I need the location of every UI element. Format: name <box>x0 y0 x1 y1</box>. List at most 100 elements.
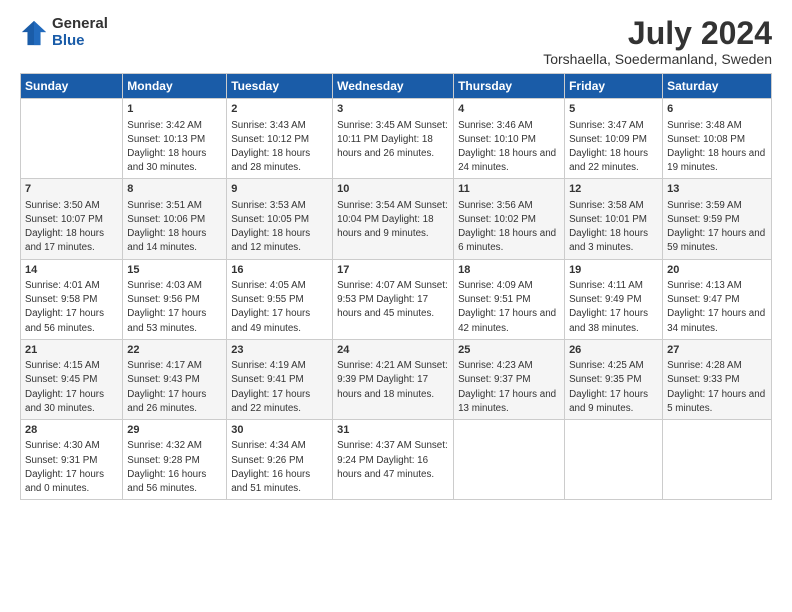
calendar-cell: 27Sunrise: 4:28 AM Sunset: 9:33 PM Dayli… <box>663 339 772 419</box>
calendar-cell: 28Sunrise: 4:30 AM Sunset: 9:31 PM Dayli… <box>21 420 123 500</box>
calendar-cell: 25Sunrise: 4:23 AM Sunset: 9:37 PM Dayli… <box>454 339 565 419</box>
calendar-cell: 30Sunrise: 4:34 AM Sunset: 9:26 PM Dayli… <box>227 420 333 500</box>
day-number: 13 <box>667 182 767 197</box>
calendar-page: General Blue July 2024 Torshaella, Soede… <box>0 0 792 612</box>
day-info: Sunrise: 4:03 AM Sunset: 9:56 PM Dayligh… <box>127 279 222 336</box>
day-info: Sunrise: 4:32 AM Sunset: 9:28 PM Dayligh… <box>127 439 222 496</box>
calendar-week-row: 21Sunrise: 4:15 AM Sunset: 9:45 PM Dayli… <box>21 339 772 419</box>
calendar-week-row: 7Sunrise: 3:50 AM Sunset: 10:07 PM Dayli… <box>21 179 772 259</box>
calendar-cell: 1 Sunrise: 3:42 AM Sunset: 10:13 PM Dayli… <box>123 99 227 179</box>
header-tuesday: Tuesday <box>227 74 333 99</box>
calendar-cell: 3 Sunrise: 3:45 AM Sunset: 10:11 PM Dayli… <box>333 99 454 179</box>
header-friday: Friday <box>565 74 663 99</box>
calendar-cell: 12 Sunrise: 3:58 AM Sunset: 10:01 PM Dayl… <box>565 179 663 259</box>
page-header: General Blue July 2024 Torshaella, Soede… <box>20 16 772 67</box>
calendar-cell: 11 Sunrise: 3:56 AM Sunset: 10:02 PM Dayl… <box>454 179 565 259</box>
day-info: Sunrise: 3:45 AM Sunset: 10:11 PM Daylig… <box>337 119 449 162</box>
logo-general-text: General <box>52 16 108 33</box>
calendar-cell: 4Sunrise: 3:46 AM Sunset: 10:10 PM Dayli… <box>454 99 565 179</box>
day-number: 16 <box>231 263 328 278</box>
calendar-cell <box>454 420 565 500</box>
day-info: Sunrise: 4:37 AM Sunset: 9:24 PM Dayligh… <box>337 439 449 482</box>
day-info: Sunrise: 4:28 AM Sunset: 9:33 PM Dayligh… <box>667 359 767 416</box>
calendar-cell: 8 Sunrise: 3:51 AM Sunset: 10:06 PM Dayli… <box>123 179 227 259</box>
calendar-cell: 10Sunrise: 3:54 AM Sunset: 10:04 PM Dayl… <box>333 179 454 259</box>
day-info: Sunrise: 4:09 AM Sunset: 9:51 PM Dayligh… <box>458 279 560 336</box>
day-number: 2 <box>231 102 328 117</box>
day-number: 15 <box>127 263 222 278</box>
day-info: Sunrise: 4:21 AM Sunset: 9:39 PM Dayligh… <box>337 359 449 402</box>
calendar-cell: 9Sunrise: 3:53 AM Sunset: 10:05 PM Dayli… <box>227 179 333 259</box>
day-number: 28 <box>25 423 118 438</box>
calendar-cell: 24Sunrise: 4:21 AM Sunset: 9:39 PM Dayli… <box>333 339 454 419</box>
day-info: Sunrise: 3:58 AM Sunset: 10:01 PM Daylig… <box>569 199 658 256</box>
calendar-cell: 21Sunrise: 4:15 AM Sunset: 9:45 PM Dayli… <box>21 339 123 419</box>
header-sunday: Sunday <box>21 74 123 99</box>
day-number: 10 <box>337 182 449 197</box>
day-info: Sunrise: 3:50 AM Sunset: 10:07 PM Daylig… <box>25 199 118 256</box>
day-info: Sunrise: 3:43 AM Sunset: 10:12 PM Daylig… <box>231 119 328 176</box>
day-info: Sunrise: 3:47 AM Sunset: 10:09 PM Daylig… <box>569 119 658 176</box>
main-title: July 2024 <box>543 16 772 51</box>
day-number: 22 <box>127 343 222 358</box>
day-number: 14 <box>25 263 118 278</box>
calendar-cell: 5 Sunrise: 3:47 AM Sunset: 10:09 PM Dayli… <box>565 99 663 179</box>
day-number: 25 <box>458 343 560 358</box>
calendar-cell: 23Sunrise: 4:19 AM Sunset: 9:41 PM Dayli… <box>227 339 333 419</box>
day-info: Sunrise: 3:56 AM Sunset: 10:02 PM Daylig… <box>458 199 560 256</box>
day-number: 12 <box>569 182 658 197</box>
logo-text: General Blue <box>52 16 108 49</box>
day-info: Sunrise: 4:15 AM Sunset: 9:45 PM Dayligh… <box>25 359 118 416</box>
calendar-cell: 19Sunrise: 4:11 AM Sunset: 9:49 PM Dayli… <box>565 259 663 339</box>
day-info: Sunrise: 3:51 AM Sunset: 10:06 PM Daylig… <box>127 199 222 256</box>
day-info: Sunrise: 4:01 AM Sunset: 9:58 PM Dayligh… <box>25 279 118 336</box>
calendar-week-row: 14Sunrise: 4:01 AM Sunset: 9:58 PM Dayli… <box>21 259 772 339</box>
calendar-header-row: Sunday Monday Tuesday Wednesday Thursday… <box>21 74 772 99</box>
day-number: 11 <box>458 182 560 197</box>
day-number: 5 <box>569 102 658 117</box>
day-info: Sunrise: 4:05 AM Sunset: 9:55 PM Dayligh… <box>231 279 328 336</box>
calendar-cell: 15Sunrise: 4:03 AM Sunset: 9:56 PM Dayli… <box>123 259 227 339</box>
day-info: Sunrise: 3:59 AM Sunset: 9:59 PM Dayligh… <box>667 199 767 256</box>
day-number: 8 <box>127 182 222 197</box>
header-saturday: Saturday <box>663 74 772 99</box>
calendar-cell <box>663 420 772 500</box>
calendar-cell <box>565 420 663 500</box>
calendar-week-row: 1 Sunrise: 3:42 AM Sunset: 10:13 PM Dayli… <box>21 99 772 179</box>
calendar-cell: 22Sunrise: 4:17 AM Sunset: 9:43 PM Dayli… <box>123 339 227 419</box>
calendar-cell: 7Sunrise: 3:50 AM Sunset: 10:07 PM Dayli… <box>21 179 123 259</box>
day-info: Sunrise: 4:17 AM Sunset: 9:43 PM Dayligh… <box>127 359 222 416</box>
day-number: 1 <box>127 102 222 117</box>
day-info: Sunrise: 4:07 AM Sunset: 9:53 PM Dayligh… <box>337 279 449 322</box>
calendar-cell: 2 Sunrise: 3:43 AM Sunset: 10:12 PM Dayli… <box>227 99 333 179</box>
day-number: 27 <box>667 343 767 358</box>
day-number: 17 <box>337 263 449 278</box>
day-number: 9 <box>231 182 328 197</box>
day-info: Sunrise: 4:34 AM Sunset: 9:26 PM Dayligh… <box>231 439 328 496</box>
calendar-cell: 14Sunrise: 4:01 AM Sunset: 9:58 PM Dayli… <box>21 259 123 339</box>
header-thursday: Thursday <box>454 74 565 99</box>
day-number: 18 <box>458 263 560 278</box>
day-info: Sunrise: 4:30 AM Sunset: 9:31 PM Dayligh… <box>25 439 118 496</box>
logo-blue-text: Blue <box>52 33 108 50</box>
calendar-cell: 6 Sunrise: 3:48 AM Sunset: 10:08 PM Dayli… <box>663 99 772 179</box>
day-number: 23 <box>231 343 328 358</box>
calendar-table: Sunday Monday Tuesday Wednesday Thursday… <box>20 73 772 500</box>
day-number: 26 <box>569 343 658 358</box>
calendar-cell: 31Sunrise: 4:37 AM Sunset: 9:24 PM Dayli… <box>333 420 454 500</box>
calendar-cell: 29Sunrise: 4:32 AM Sunset: 9:28 PM Dayli… <box>123 420 227 500</box>
day-info: Sunrise: 4:19 AM Sunset: 9:41 PM Dayligh… <box>231 359 328 416</box>
logo-icon <box>20 19 48 47</box>
day-number: 21 <box>25 343 118 358</box>
day-number: 31 <box>337 423 449 438</box>
day-number: 6 <box>667 102 767 117</box>
location-subtitle: Torshaella, Soedermanland, Sweden <box>543 51 772 67</box>
day-info: Sunrise: 3:42 AM Sunset: 10:13 PM Daylig… <box>127 119 222 176</box>
day-number: 3 <box>337 102 449 117</box>
day-info: Sunrise: 3:48 AM Sunset: 10:08 PM Daylig… <box>667 119 767 176</box>
calendar-cell: 17Sunrise: 4:07 AM Sunset: 9:53 PM Dayli… <box>333 259 454 339</box>
calendar-cell: 16Sunrise: 4:05 AM Sunset: 9:55 PM Dayli… <box>227 259 333 339</box>
day-number: 30 <box>231 423 328 438</box>
day-number: 19 <box>569 263 658 278</box>
day-info: Sunrise: 4:13 AM Sunset: 9:47 PM Dayligh… <box>667 279 767 336</box>
